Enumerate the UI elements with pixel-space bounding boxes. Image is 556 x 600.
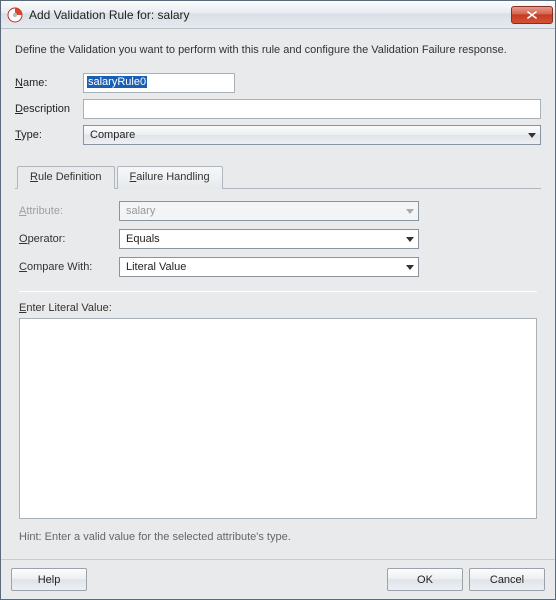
window-title: Add Validation Rule for: salary	[29, 8, 511, 22]
cancel-button[interactable]: Cancel	[469, 568, 545, 591]
type-select[interactable]: Compare	[83, 125, 541, 145]
rule-definition-panel: Attribute: salary Operator: Equals Compa…	[15, 189, 541, 551]
app-icon	[7, 7, 23, 23]
attribute-row: Attribute: salary	[19, 201, 537, 221]
tab-failure-handling[interactable]: Failure Handling	[117, 166, 223, 189]
literal-value-input[interactable]	[19, 318, 537, 519]
separator	[19, 291, 537, 292]
ok-label: OK	[417, 574, 433, 586]
cancel-label: Cancel	[490, 574, 524, 586]
close-icon	[527, 11, 537, 19]
attribute-value: salary	[126, 205, 402, 217]
type-value: Compare	[90, 129, 524, 141]
operator-value: Equals	[126, 233, 402, 245]
description-input[interactable]	[83, 99, 541, 119]
tab-rule-definition[interactable]: Rule Definition	[17, 166, 115, 189]
dialog-window: Add Validation Rule for: salary Define t…	[0, 0, 556, 600]
chevron-down-icon	[528, 133, 536, 138]
dialog-content: Define the Validation you want to perfor…	[1, 29, 555, 559]
titlebar: Add Validation Rule for: salary	[1, 1, 555, 29]
close-button[interactable]	[511, 6, 553, 24]
description-row: Description	[15, 99, 541, 119]
help-button[interactable]: Help	[11, 568, 87, 591]
compare-with-label: Compare With:	[19, 261, 119, 273]
compare-with-select[interactable]: Literal Value	[119, 257, 419, 277]
chevron-down-icon	[406, 209, 414, 214]
ok-button[interactable]: OK	[387, 568, 463, 591]
operator-label: Operator:	[19, 233, 119, 245]
operator-select[interactable]: Equals	[119, 229, 419, 249]
attribute-label: Attribute:	[19, 205, 119, 217]
attribute-select: salary	[119, 201, 419, 221]
compare-with-row: Compare With: Literal Value	[19, 257, 537, 277]
tab-label: Failure Handling	[130, 171, 210, 183]
hint-text: Hint: Enter a valid value for the select…	[19, 531, 537, 543]
tab-label: Rule Definition	[30, 171, 102, 183]
chevron-down-icon	[406, 237, 414, 242]
tab-bar: Rule Definition Failure Handling	[15, 165, 541, 189]
operator-row: Operator: Equals	[19, 229, 537, 249]
type-row: Type: Compare	[15, 125, 541, 145]
name-input[interactable]	[83, 73, 235, 93]
instruction-text: Define the Validation you want to perfor…	[15, 43, 541, 57]
description-label: Description	[15, 103, 83, 115]
type-label: Type:	[15, 129, 83, 141]
dialog-footer: Help OK Cancel	[1, 559, 555, 599]
enter-literal-label: Enter Literal Value:	[19, 302, 537, 314]
compare-with-value: Literal Value	[126, 261, 402, 273]
name-label: Name:	[15, 77, 83, 89]
name-row: Name: salaryRule0	[15, 73, 541, 93]
help-label: Help	[38, 574, 61, 586]
chevron-down-icon	[406, 265, 414, 270]
